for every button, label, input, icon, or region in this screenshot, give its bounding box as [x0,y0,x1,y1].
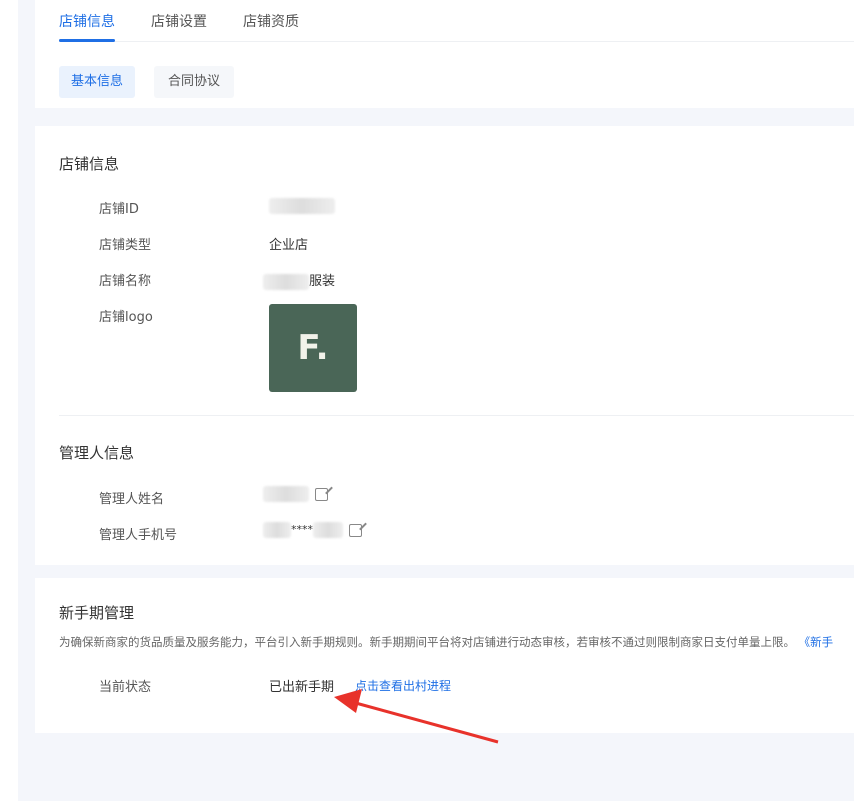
red-arrow-annotation [334,689,499,744]
